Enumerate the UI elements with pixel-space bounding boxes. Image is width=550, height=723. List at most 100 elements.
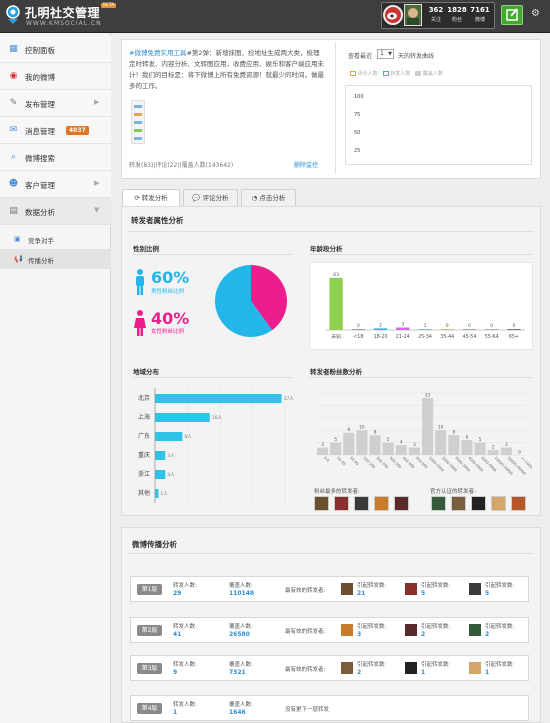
age-bar[interactable] [507,329,521,330]
avatar[interactable] [431,496,446,511]
fans-value-label: 4 [400,440,403,445]
fans-bar[interactable] [422,397,434,455]
avatar[interactable] [491,496,506,511]
age-tick-label: 45-54 [462,334,476,340]
avatar[interactable] [394,496,409,511]
fans-bar[interactable] [330,442,342,455]
propagation-level-row: 第3层 转发人数: 9 覆盖人数: 7321 最有效的转发者: 引起转发数: 2 引起转发数: 1… [130,655,529,681]
avatar[interactable] [334,496,349,511]
fans-bar[interactable] [461,440,473,455]
region-bar[interactable] [155,432,183,441]
fans-value-label: 5 [479,437,482,442]
stat-fans-label: 粉丝 [451,17,462,23]
tab-comment-analysis[interactable]: 💬 评论分析 [183,189,238,206]
stat-weibo[interactable]: 7161 微博 [469,6,491,23]
fans-bar[interactable] [382,442,394,455]
sidebar-item-messages[interactable]: ✉ 消息管理 [0,117,111,144]
age-bar[interactable] [462,329,477,330]
avatar[interactable] [314,496,329,511]
gender-pie-chart[interactable] [213,263,289,339]
sidebar-item-my-weibo[interactable]: ◉ 我的微博 [0,63,111,90]
region-bar[interactable] [155,489,159,498]
fans-bar[interactable] [395,445,407,455]
fans-bar[interactable] [343,432,355,455]
sidebar-item-customers[interactable]: ☻ 客户管理 ▶ [0,171,111,198]
legend-label: 转发人数 [390,71,411,77]
region-bar[interactable] [155,394,282,403]
coverage-value: 110148 [229,590,255,597]
forwarder-avatar[interactable] [341,583,353,595]
avatar[interactable] [471,496,486,511]
logo-icon[interactable] [4,5,22,25]
level-badge: 第1层 [137,584,162,595]
age-bar[interactable] [440,329,454,330]
avatar[interactable] [374,496,389,511]
tab-forward-analysis[interactable]: ⟳ 转发分析 [122,189,180,206]
sidebar-item-analysis[interactable]: ▤ 数据分析 ▼ [0,198,111,225]
stat-following-value: 362 [428,6,444,14]
age-bar[interactable] [396,327,410,330]
user-avatar[interactable] [404,4,422,26]
avatar[interactable] [451,496,466,511]
forwarders-value: 29 [173,590,182,597]
app-title[interactable]: 孔明社交管理 [25,4,100,21]
stat-following[interactable]: 362 关注 [425,6,447,23]
age-value-label: 1 [424,323,427,329]
sidebar-subitem-competitors[interactable]: ▣ 竞争对手 [0,229,111,249]
compose-button[interactable] [501,5,523,25]
fans-bar[interactable] [435,430,447,455]
post-thumbnail[interactable] [131,100,145,144]
fans-bar[interactable] [369,435,381,455]
forwarder-avatar[interactable] [341,662,353,674]
coverage-label: 覆盖人数: [229,624,253,630]
days-select[interactable]: 1 ▼ [377,49,394,59]
forwarder-avatar[interactable] [469,624,481,636]
fans-bar[interactable] [500,447,512,455]
age-bar[interactable] [329,277,343,330]
age-bar[interactable] [351,329,365,330]
effect-label: 引起转发数: [357,662,387,668]
forwarder-avatar[interactable] [405,583,417,595]
sidebar-item-search[interactable]: ⌕ 微博搜索 [0,144,111,171]
forwarders-label: 转发人数: [173,702,197,708]
region-value-label: 3人 [167,472,175,478]
age-bar[interactable] [418,329,432,330]
region-bar[interactable] [155,451,166,460]
avatar[interactable] [354,496,369,511]
days-select-value: 1 [380,50,384,57]
sidebar-item-publish[interactable]: ✎ 发布管理 ▶ [0,90,111,117]
weibo-account-icon[interactable] [383,5,403,25]
tab-click-analysis[interactable]: ◔ 点击分析 [241,189,296,206]
settings-gear-icon[interactable]: ⚙ [531,8,540,19]
forwarder-avatar[interactable] [405,662,417,674]
legend-swatch-comments [350,71,356,76]
chevron-down-icon: ▼ [94,206,100,214]
edit-icon [506,8,518,21]
fans-bar[interactable] [474,442,486,455]
region-bar[interactable] [155,413,210,422]
fans-bar[interactable] [356,430,368,455]
region-bar[interactable] [155,470,166,479]
stat-fans[interactable]: 1828 粉丝 [446,6,468,23]
forwarder-avatar[interactable] [469,662,481,674]
weibo-icon: ◉ [9,71,18,81]
forwarder-avatar[interactable] [341,624,353,636]
delete-monitor-link[interactable]: 删除监控 [294,160,318,169]
age-bar[interactable] [373,328,388,330]
sidebar-subitem-propagation[interactable]: 📢 传播分析 [0,249,111,269]
fans-bar[interactable] [408,447,420,455]
post-hashtag[interactable]: #微博免费实用工具 [129,49,186,57]
fans-value-label: 10 [359,425,365,430]
avatar[interactable] [511,496,526,511]
age-title: 年龄段分析 [310,245,343,253]
fans-bar[interactable] [448,435,460,455]
fans-bar[interactable] [487,450,499,455]
fans-tick-label: 400-499 [402,456,416,470]
age-bar[interactable] [485,329,499,330]
forwarder-avatar[interactable] [405,624,417,636]
fans-bar[interactable] [317,447,329,455]
trend-label-prefix: 查看最近 [348,53,373,60]
divider [128,553,534,554]
forwarder-avatar[interactable] [469,583,481,595]
sidebar-item-dashboard[interactable]: ▦ 控制面板 [0,36,111,63]
